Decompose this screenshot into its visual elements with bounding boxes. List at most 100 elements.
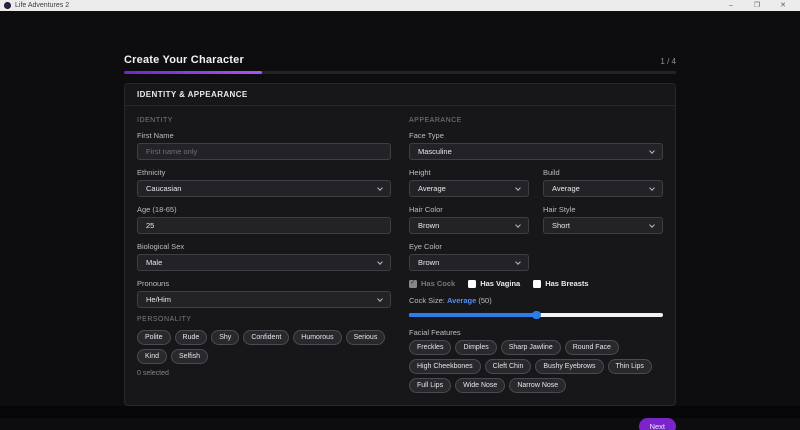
hair-color-select[interactable]: Brown <box>409 217 529 234</box>
chevron-down-icon <box>649 148 655 154</box>
chevron-down-icon <box>649 222 655 228</box>
chevron-down-icon <box>515 259 521 265</box>
hair-style-field: Hair Style Short <box>543 205 663 234</box>
build-value: Average <box>552 184 580 193</box>
ethnicity-label: Ethnicity <box>137 168 391 177</box>
facial-feature-chip[interactable]: Dimples <box>455 340 496 355</box>
facial-feature-chip[interactable]: Bushy Eyebrows <box>535 359 603 374</box>
facial-feature-chip[interactable]: Narrow Nose <box>509 378 566 393</box>
anatomy-checkbox-label: Has Cock <box>421 279 455 288</box>
face-type-field: Face Type Masculine <box>409 131 663 160</box>
facial-feature-chip[interactable]: Full Lips <box>409 378 451 393</box>
chevron-down-icon <box>377 259 383 265</box>
age-field: Age (18-65) <box>137 205 391 234</box>
appearance-column: APPEARANCE Face Type Masculine Height Av <box>409 115 663 393</box>
biological-sex-field: Biological Sex Male <box>137 242 391 271</box>
cock-size-slider[interactable] <box>409 310 663 319</box>
cock-size-value-word: Average <box>447 296 476 305</box>
facial-feature-chip[interactable]: Sharp Jawline <box>501 340 561 355</box>
progress-bar-fill <box>124 71 262 74</box>
panel-title: IDENTITY & APPEARANCE <box>125 84 675 106</box>
ethnicity-select[interactable]: Caucasian <box>137 180 391 197</box>
cock-size-label: Cock Size: Average (50) <box>409 296 663 305</box>
titlebar: Life Adventures 2 – ❐ ✕ <box>0 0 800 11</box>
progress-bar <box>124 71 676 74</box>
hair-color-label: Hair Color <box>409 205 529 214</box>
minimize-button[interactable]: – <box>718 0 744 11</box>
personality-trait-chip[interactable]: Kind <box>137 349 167 364</box>
face-type-value: Masculine <box>418 147 452 156</box>
chevron-down-icon <box>377 296 383 302</box>
step-indicator: 1 / 4 <box>660 57 676 66</box>
eye-color-select[interactable]: Brown <box>409 254 529 271</box>
facial-feature-chip[interactable]: Cleft Chin <box>485 359 532 374</box>
identity-column: IDENTITY First Name Ethnicity Caucasian <box>137 115 391 393</box>
anatomy-checkbox[interactable]: ✓ Has Breasts <box>533 279 588 288</box>
build-select[interactable]: Average <box>543 180 663 197</box>
facial-features-chips: Freckles Dimples Sharp Jawline Round Face Hi… <box>409 340 663 393</box>
height-select[interactable]: Average <box>409 180 529 197</box>
ethnicity-value: Caucasian <box>146 184 181 193</box>
build-label: Build <box>543 168 663 177</box>
personality-trait-chip[interactable]: Rude <box>175 330 208 345</box>
facial-feature-chip[interactable]: Round Face <box>565 340 619 355</box>
first-name-field: First Name <box>137 131 391 160</box>
pronouns-label: Pronouns <box>137 279 391 288</box>
biological-sex-value: Male <box>146 258 162 267</box>
height-value: Average <box>418 184 446 193</box>
checkmark-icon: ✓ <box>410 280 415 287</box>
biological-sex-label: Biological Sex <box>137 242 391 251</box>
hair-style-value: Short <box>552 221 570 230</box>
maximize-button[interactable]: ❐ <box>744 0 770 11</box>
pronouns-value: He/Him <box>146 295 171 304</box>
facial-features-label: Facial Features <box>409 328 663 337</box>
facial-feature-chip[interactable]: Freckles <box>409 340 451 355</box>
build-field: Build Average <box>543 168 663 197</box>
chevron-down-icon <box>377 185 383 191</box>
hair-style-select[interactable]: Short <box>543 217 663 234</box>
eye-color-field: Eye Color Brown <box>409 242 663 271</box>
age-input[interactable] <box>137 217 391 234</box>
pronouns-field: Pronouns He/Him <box>137 279 391 308</box>
chevron-down-icon <box>515 222 521 228</box>
hair-color-value: Brown <box>418 221 439 230</box>
personality-trait-chip[interactable]: Shy <box>211 330 239 345</box>
personality-trait-chip[interactable]: Confident <box>243 330 289 345</box>
window-controls: – ❐ ✕ <box>718 0 796 11</box>
personality-section-label: PERSONALITY <box>137 316 391 323</box>
facial-feature-chip[interactable]: Thin Lips <box>608 359 652 374</box>
next-button[interactable]: Next <box>639 418 676 430</box>
personality-trait-chip[interactable]: Serious <box>346 330 386 345</box>
face-type-select[interactable]: Masculine <box>409 143 663 160</box>
app-title: Life Adventures 2 <box>15 2 718 9</box>
pronouns-select[interactable]: He/Him <box>137 291 391 308</box>
personality-chips: Polite RudeShy Confident Humorous Serious Kin… <box>137 330 391 364</box>
anatomy-checkboxes: ✓ Has Cock ✓ Has Vagina ✓ Has Brea <box>409 279 663 288</box>
cock-size-slider-thumb[interactable] <box>532 311 541 320</box>
hair-style-label: Hair Style <box>543 205 663 214</box>
facial-feature-chip[interactable]: High Cheekbones <box>409 359 481 374</box>
app-icon <box>4 2 11 9</box>
personality-trait-chip[interactable]: Humorous <box>293 330 341 345</box>
anatomy-checkbox[interactable]: ✓ Has Cock <box>409 279 455 288</box>
facial-feature-chip[interactable]: Wide Nose <box>455 378 505 393</box>
biological-sex-select[interactable]: Male <box>137 254 391 271</box>
checkbox-icon: ✓ <box>468 280 476 288</box>
identity-section-label: IDENTITY <box>137 117 391 124</box>
personality-selected-count: 0 selected <box>137 370 391 377</box>
face-type-label: Face Type <box>409 131 663 140</box>
app-background: Create Your Character 1 / 4 IDENTITY & A… <box>0 11 800 418</box>
identity-appearance-panel: IDENTITY & APPEARANCE IDENTITY First Nam… <box>124 83 676 406</box>
first-name-input[interactable] <box>137 143 391 160</box>
close-button[interactable]: ✕ <box>770 0 796 11</box>
personality-trait-chip[interactable]: Polite <box>137 330 171 345</box>
checkbox-icon: ✓ <box>533 280 541 288</box>
personality-trait-chip[interactable]: Selfish <box>171 349 208 364</box>
age-label: Age (18-65) <box>137 205 391 214</box>
anatomy-checkbox[interactable]: ✓ Has Vagina <box>468 279 520 288</box>
checkbox-icon: ✓ <box>409 280 417 288</box>
appearance-section-label: APPEARANCE <box>409 117 663 124</box>
eye-color-value: Brown <box>418 258 439 267</box>
ethnicity-field: Ethnicity Caucasian <box>137 168 391 197</box>
chevron-down-icon <box>649 185 655 191</box>
